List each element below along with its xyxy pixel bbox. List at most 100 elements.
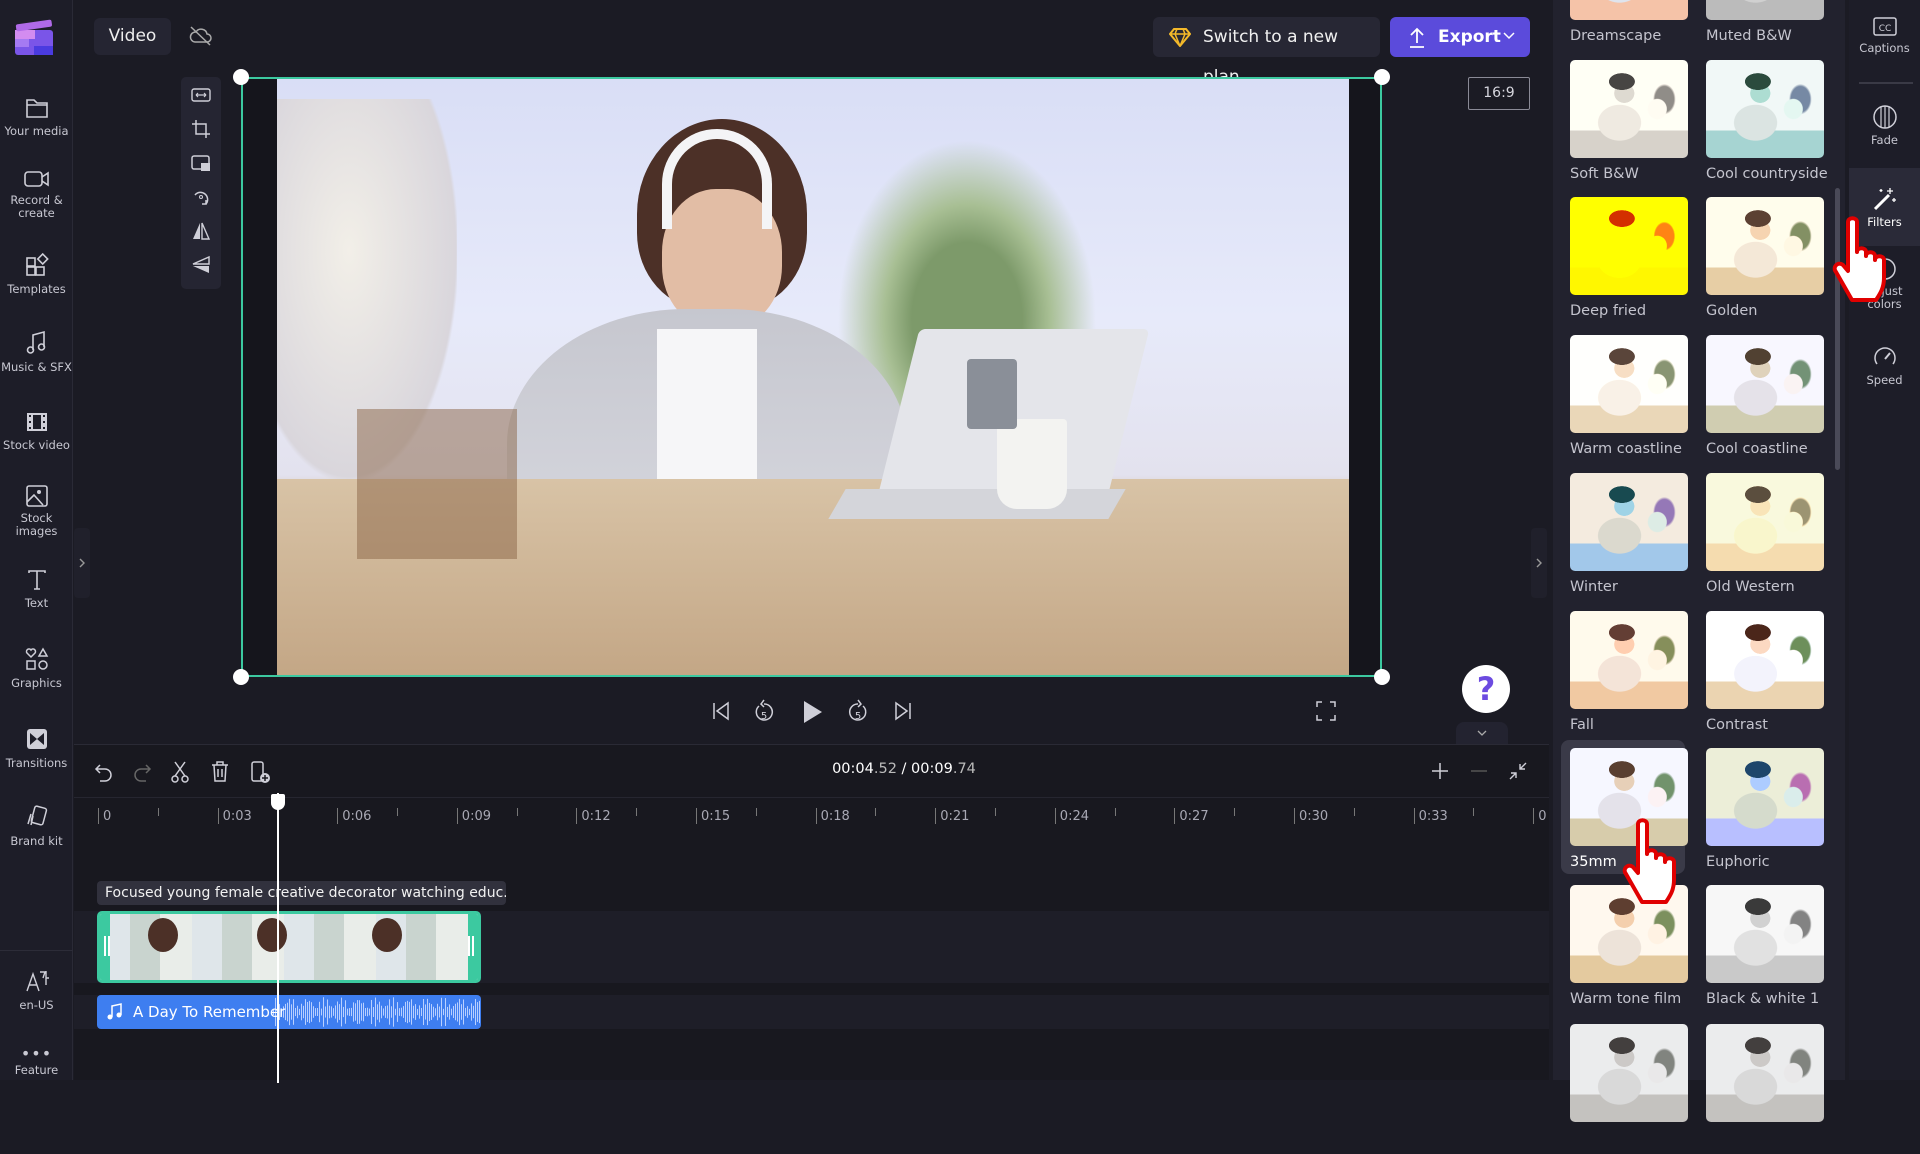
sidebar-item-stock-images[interactable]: Stock images (0, 484, 73, 538)
filter-item[interactable]: Contrast (1689, 611, 1825, 741)
sidebar-item-templates[interactable]: Templates (0, 252, 73, 296)
filter-item[interactable]: Old Western (1689, 473, 1825, 603)
resize-handle-top-right[interactable] (1374, 69, 1390, 85)
rotate-icon[interactable] (191, 187, 211, 207)
chevron-right-icon (1536, 558, 1542, 568)
resize-handle-bottom-right[interactable] (1374, 669, 1390, 685)
sidebar-item-graphics[interactable]: Graphics (0, 646, 73, 690)
waveform-bar (439, 1006, 440, 1018)
filter-label: 35mm (1570, 854, 1617, 870)
filter-item[interactable]: Dreamscape (1553, 0, 1689, 52)
timeline-ruler[interactable]: 0 0:03 0:06 0:09 0:12 0:15 0:18 0:21 0:24 0:27 0:3… (74, 797, 1549, 831)
filter-item[interactable]: Black & white 1 (1689, 885, 1825, 1015)
flip-horizontal-icon[interactable] (191, 221, 211, 241)
waveform-bar (399, 1008, 400, 1016)
filter-item[interactable]: Euphoric (1689, 748, 1825, 878)
waveform-bar (327, 999, 328, 1025)
waveform-bar (415, 1004, 416, 1020)
filter-item[interactable]: Cool countryside (1689, 60, 1828, 190)
add-to-timeline-icon[interactable] (250, 761, 272, 785)
feature-button[interactable]: ••• Feature (0, 1044, 73, 1077)
playhead[interactable] (277, 793, 280, 1083)
sidebar-item-text[interactable]: Text (0, 568, 73, 610)
timecode: 00:04.52 / 00:09.74 (832, 761, 976, 777)
rail-item-captions[interactable]: CC Captions (1849, 16, 1920, 70)
waveform-bar (425, 1004, 426, 1020)
waveform-bar (461, 1004, 462, 1020)
waveform-bar (455, 1003, 456, 1021)
waveform-bar (339, 1004, 340, 1020)
waveform-bar (457, 1002, 458, 1022)
crop-icon[interactable] (191, 119, 211, 139)
zoom-out-icon[interactable] (1469, 761, 1489, 781)
video-clip[interactable] (97, 911, 481, 983)
trim-handle-right[interactable] (468, 936, 474, 956)
switch-plan-button[interactable]: Switch to a new plan (1153, 17, 1380, 87)
filter-item[interactable]: Golden (1689, 197, 1825, 327)
filter-item[interactable]: Muted B&W (1689, 0, 1825, 52)
waveform-bar (343, 1006, 344, 1018)
rail-item-speed[interactable]: Speed (1849, 344, 1920, 398)
project-title-tab[interactable]: Video (94, 18, 171, 55)
expand-left-panel-button[interactable] (74, 528, 90, 598)
filter-item[interactable]: Cool coastline (1689, 335, 1825, 465)
collapse-preview-button[interactable] (1456, 722, 1508, 744)
trim-handle-left[interactable] (104, 936, 110, 956)
filter-item[interactable]: Winter (1553, 473, 1689, 603)
ruler-label: 0:30 (1299, 809, 1329, 824)
language-button[interactable]: en-US (0, 968, 73, 1012)
resize-handle-bottom-left[interactable] (233, 669, 249, 685)
audio-clip[interactable]: A Day To Remember (97, 995, 481, 1029)
chevron-right-icon (79, 558, 85, 568)
sidebar-item-stock-video[interactable]: Stock video (0, 410, 73, 452)
fit-icon[interactable] (191, 85, 211, 105)
sidebar-item-music-sfx[interactable]: Music & SFX (0, 330, 73, 374)
audio-waveform (273, 997, 480, 1027)
export-button[interactable]: Export (1390, 17, 1530, 57)
waveform-bar (427, 998, 428, 1026)
delete-icon[interactable] (210, 761, 230, 783)
filter-item[interactable]: Deep fried (1553, 197, 1689, 327)
skip-to-start-icon[interactable] (710, 699, 732, 723)
hand-cursor-icon (1832, 216, 1886, 302)
resize-handle-top-left[interactable] (233, 69, 249, 85)
fit-timeline-icon[interactable] (1508, 761, 1528, 781)
filter-label: Cool countryside (1706, 166, 1828, 182)
filter-item[interactable]: Soft B&W (1553, 60, 1689, 190)
ruler-minor-tick (397, 808, 398, 816)
filter-item[interactable]: Warm coastline (1553, 335, 1689, 465)
video-clip-label: Focused young female creative decorator … (97, 881, 506, 905)
filter-item[interactable] (1689, 1024, 1825, 1154)
filter-label: Winter (1570, 579, 1618, 595)
rail-item-fade[interactable]: Fade (1849, 104, 1920, 164)
aspect-ratio-button[interactable]: 16:9 (1468, 77, 1530, 110)
sidebar-item-record-create[interactable]: Record & create (0, 168, 73, 220)
waveform-bar (397, 1002, 398, 1022)
filter-item[interactable] (1553, 1024, 1689, 1154)
forward-5-icon[interactable]: 5 (846, 699, 870, 725)
expand-right-panel-button[interactable] (1531, 528, 1547, 598)
sidebar-item-your-media[interactable]: Your media (0, 96, 73, 138)
waveform-bar (477, 1002, 478, 1022)
pip-icon[interactable] (191, 153, 211, 173)
video-preview[interactable] (241, 77, 1382, 677)
waveform-bar (345, 1000, 346, 1024)
rewind-5-icon[interactable]: 5 (752, 699, 776, 725)
redo-icon[interactable] (132, 761, 152, 783)
filter-label: Old Western (1706, 579, 1795, 595)
filter-thumbnail (1570, 611, 1688, 709)
filter-item[interactable]: Fall (1553, 611, 1689, 741)
skip-to-end-icon[interactable] (892, 699, 914, 723)
undo-icon[interactable] (94, 761, 114, 783)
sidebar-item-transitions[interactable]: Transitions (0, 726, 73, 770)
waveform-bar (325, 1006, 326, 1018)
sidebar-item-brand-kit[interactable]: Brand kit (0, 804, 73, 848)
help-button[interactable]: ? (1462, 665, 1510, 713)
zoom-in-icon[interactable] (1430, 761, 1450, 781)
fullscreen-icon[interactable] (1315, 699, 1337, 723)
split-icon[interactable] (170, 761, 190, 783)
ruler-label: 0:24 (1059, 809, 1089, 824)
playhead-handle[interactable] (271, 794, 286, 810)
play-icon[interactable] (800, 699, 824, 725)
flip-vertical-icon[interactable] (191, 255, 211, 275)
